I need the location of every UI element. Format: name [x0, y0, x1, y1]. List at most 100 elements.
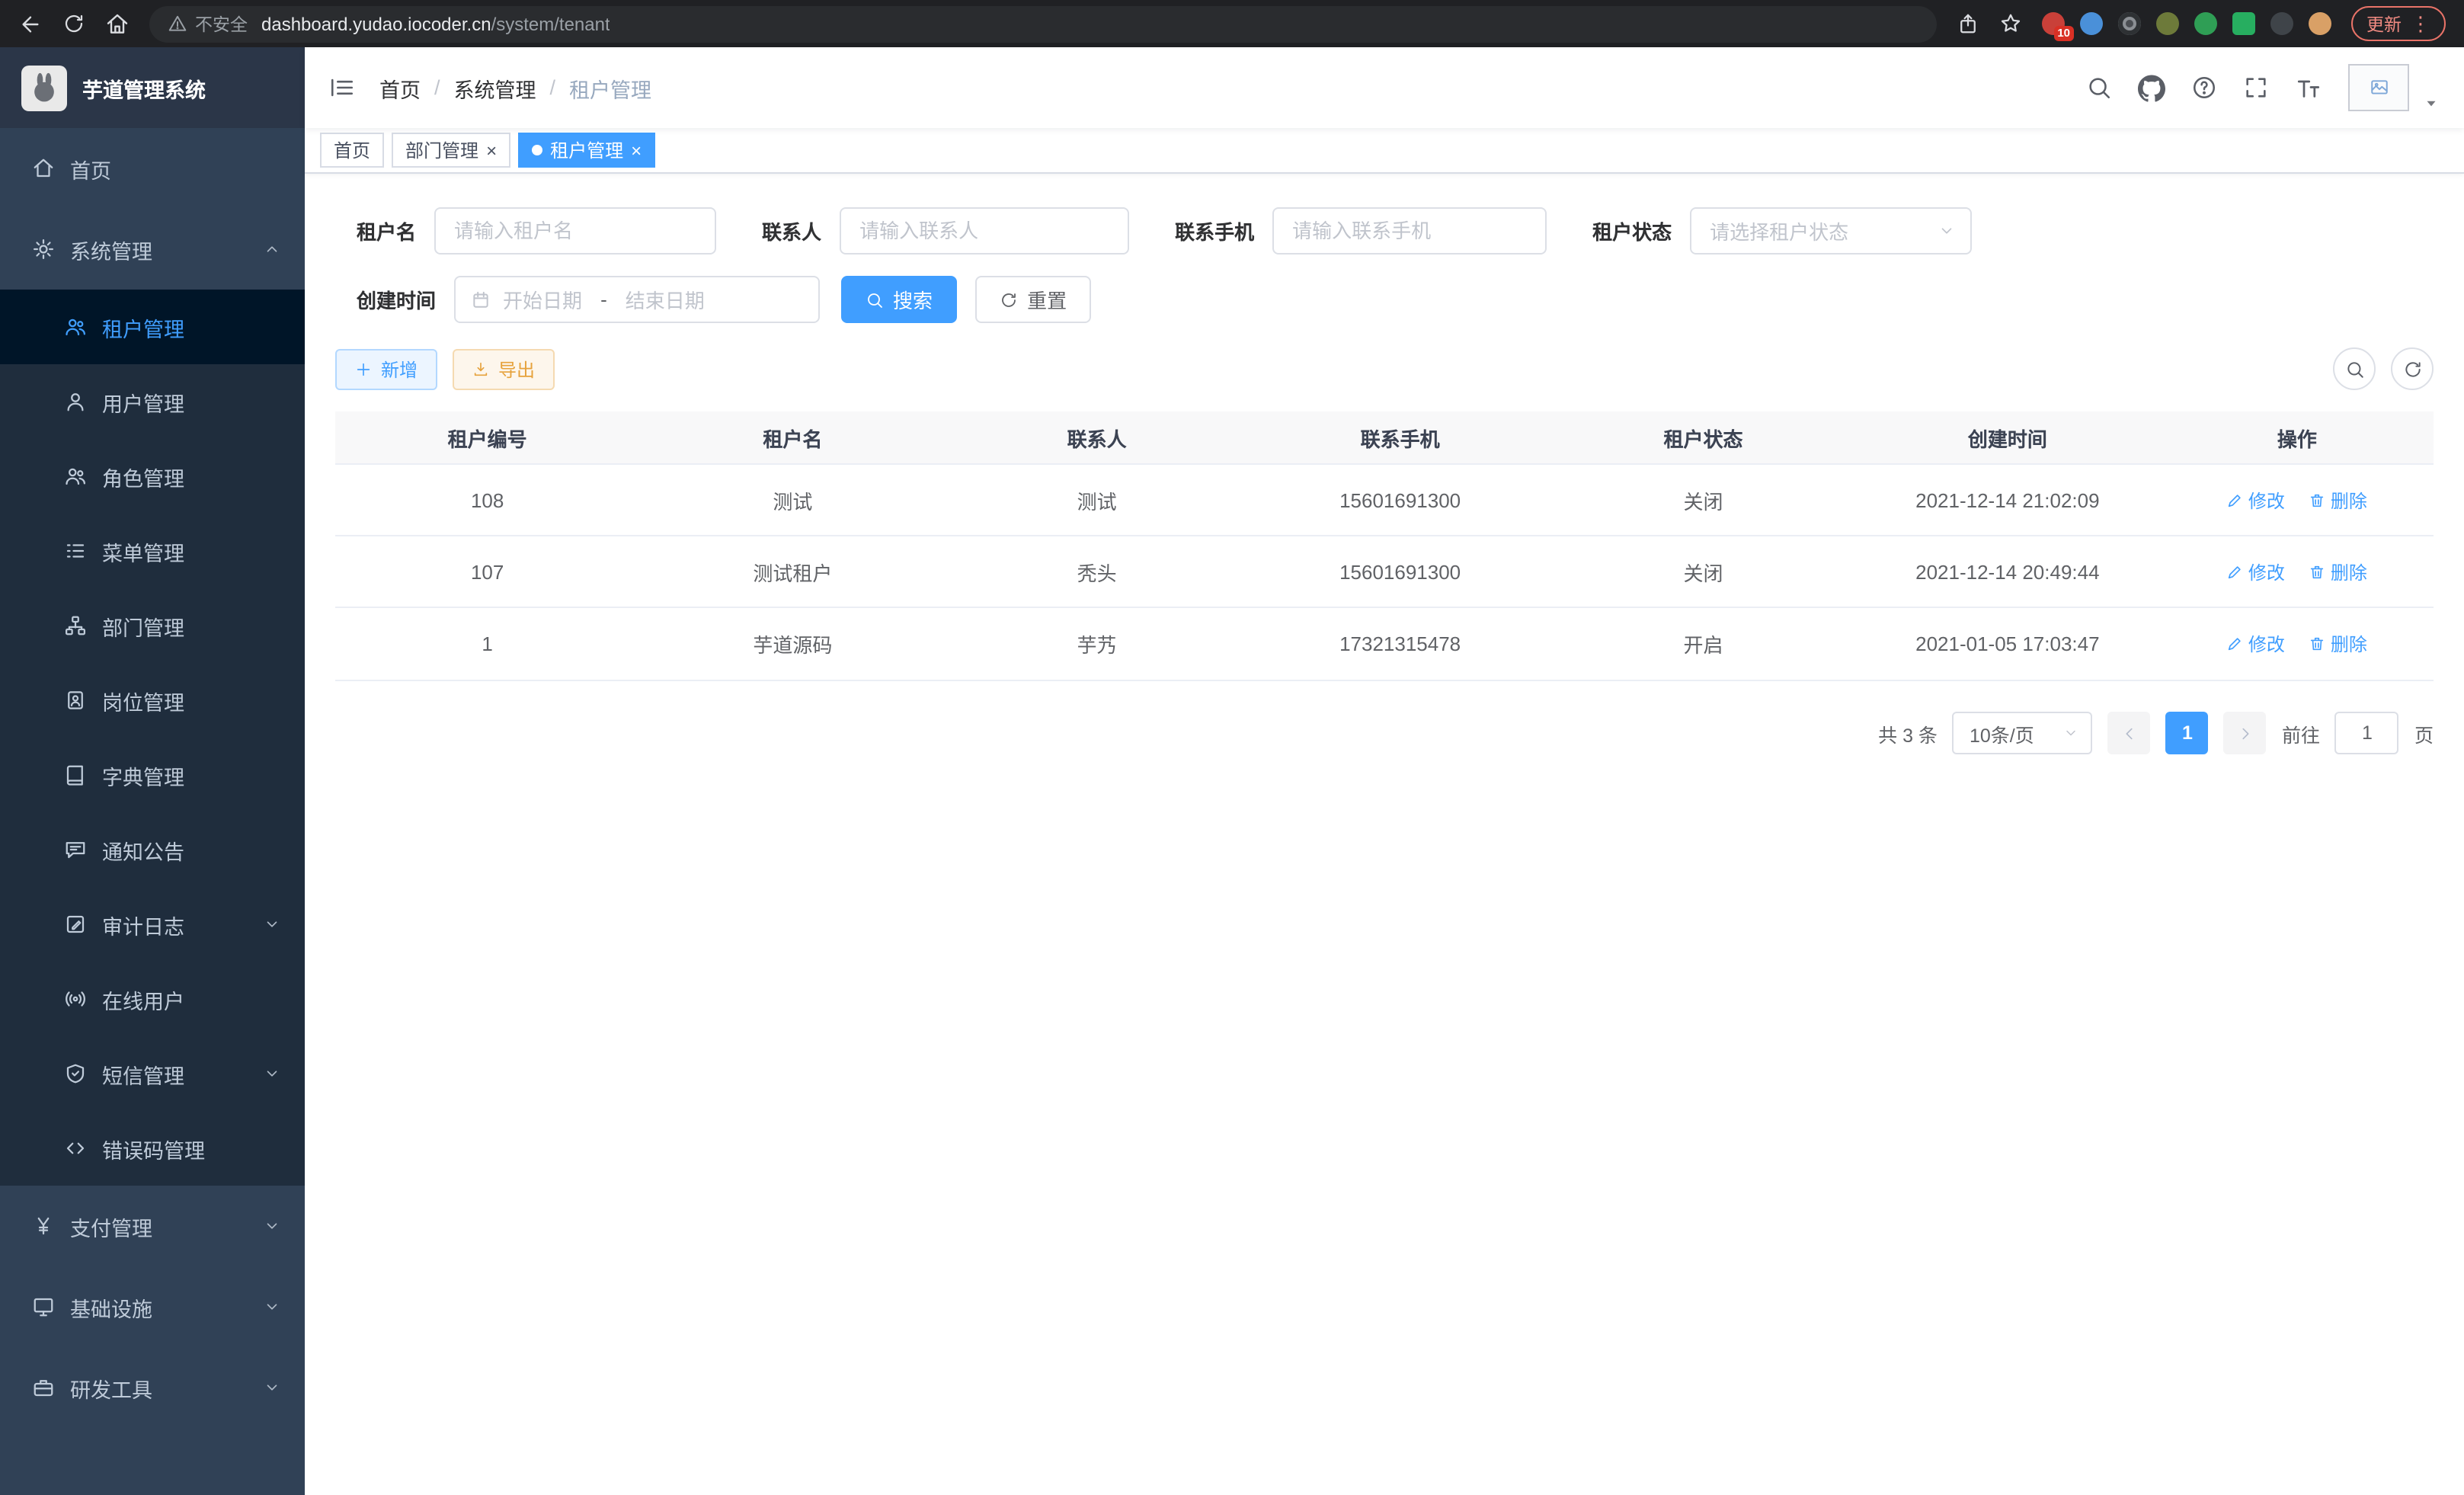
sidebar-item-home[interactable]: 首页: [0, 128, 305, 209]
system-submenu: 租户管理 用户管理 角色管理 菜单管理: [0, 290, 305, 1186]
sidebar-item-notice[interactable]: 通知公告: [0, 812, 305, 887]
col-header-status: 租户状态: [1552, 423, 1854, 452]
sidebar-item-label: 租户管理: [102, 312, 184, 342]
sidebar-item-tenant[interactable]: 租户管理: [0, 290, 305, 364]
address-bar[interactable]: 不安全 dashboard.yudao.iocoder.cn/system/te…: [149, 5, 1937, 42]
sidebar-item-label: 部门管理: [102, 610, 184, 641]
filter-label: 联系人: [762, 216, 821, 245]
sidebar-item-dept[interactable]: 部门管理: [0, 588, 305, 663]
sidebar-group-system[interactable]: 系统管理: [0, 209, 305, 290]
audit-log-icon: [64, 913, 87, 936]
close-icon[interactable]: ×: [486, 141, 497, 159]
sidebar-group-infra[interactable]: 基础设施: [0, 1266, 305, 1347]
chevron-down-icon: [264, 1379, 280, 1396]
extension-icon-6[interactable]: [2232, 12, 2255, 35]
github-icon[interactable]: [2138, 74, 2165, 101]
filter-label: 联系手机: [1175, 216, 1254, 245]
sidebar-item-role[interactable]: 角色管理: [0, 439, 305, 514]
delete-link[interactable]: 删除: [2309, 631, 2367, 657]
cell-actions: 修改 删除: [2161, 487, 2434, 513]
toolbar-right: [2333, 347, 2434, 390]
sidebar-item-error-code[interactable]: 错误码管理: [0, 1111, 305, 1186]
trash-icon: [2309, 635, 2326, 652]
fullscreen-icon[interactable]: [2243, 75, 2269, 101]
sidebar-item-user[interactable]: 用户管理: [0, 364, 305, 439]
extension-icon-2[interactable]: [2080, 12, 2103, 35]
page-size-select[interactable]: 10条/页: [1953, 712, 2093, 754]
sidebar-group-payment[interactable]: 支付管理: [0, 1186, 305, 1266]
tab-dept[interactable]: 部门管理 ×: [392, 133, 510, 168]
refresh-table-button[interactable]: [2391, 347, 2434, 390]
sidebar-item-menu[interactable]: 菜单管理: [0, 514, 305, 588]
sidebar-item-online-users[interactable]: 在线用户: [0, 962, 305, 1036]
sidebar-item-label: 短信管理: [102, 1058, 184, 1089]
tenant-name-input[interactable]: [434, 207, 716, 255]
export-button[interactable]: 导出: [453, 348, 555, 389]
download-icon: [472, 360, 489, 377]
edit-link[interactable]: 修改: [2227, 631, 2285, 657]
help-icon[interactable]: [2191, 75, 2217, 101]
page-number-button[interactable]: 1: [2166, 712, 2209, 754]
extension-icon-3[interactable]: [2118, 12, 2141, 35]
breadcrumb-item-system[interactable]: 系统管理: [454, 72, 536, 103]
browser-chrome: 不安全 dashboard.yudao.iocoder.cn/system/te…: [0, 0, 2464, 47]
select-placeholder: 请选择租户状态: [1710, 216, 1848, 245]
prev-page-button[interactable]: [2108, 712, 2151, 754]
collapse-sidebar-icon[interactable]: [329, 75, 355, 101]
app-logo[interactable]: 芋道管理系统: [0, 47, 305, 128]
profile-avatar-icon[interactable]: [2309, 12, 2331, 35]
tab-label: 首页: [334, 137, 370, 163]
tab-tenant[interactable]: 租户管理 ×: [518, 133, 655, 168]
security-label: 不安全: [195, 11, 248, 36]
edit-link[interactable]: 修改: [2227, 487, 2285, 513]
edit-link[interactable]: 修改: [2227, 559, 2285, 584]
refresh-icon: [1000, 290, 1018, 309]
cell-tenant-id: 107: [335, 560, 639, 583]
back-icon[interactable]: [18, 11, 43, 36]
sidebar-item-audit-log[interactable]: 审计日志: [0, 887, 305, 962]
delete-link[interactable]: 删除: [2309, 559, 2367, 584]
breadcrumb-separator: /: [550, 76, 556, 99]
header-search-icon[interactable]: [2086, 75, 2112, 101]
reset-button[interactable]: 重置: [975, 276, 1091, 323]
goto-page-input[interactable]: [2335, 712, 2399, 754]
avatar-caret-icon[interactable]: [2423, 94, 2440, 111]
security-chip[interactable]: 不安全: [168, 11, 248, 36]
user-avatar[interactable]: [2348, 64, 2409, 111]
delete-link[interactable]: 删除: [2309, 487, 2367, 513]
browser-home-icon[interactable]: [105, 11, 130, 36]
sidebar-item-dict[interactable]: 字典管理: [0, 738, 305, 812]
browser-update-button[interactable]: 更新 ⋮: [2351, 6, 2446, 41]
org-tree-icon: [64, 614, 87, 637]
next-page-button[interactable]: [2224, 712, 2267, 754]
sidebar-group-devtools[interactable]: 研发工具: [0, 1347, 305, 1428]
filter-status: 租户状态 请选择租户状态: [1592, 207, 1972, 255]
sidebar-item-label: 审计日志: [102, 909, 184, 940]
gear-icon: [32, 238, 55, 261]
bookmark-star-icon[interactable]: [1999, 12, 2022, 35]
plus-icon: [355, 360, 372, 377]
sidebar-item-label: 研发工具: [70, 1372, 152, 1403]
share-icon[interactable]: [1957, 12, 1979, 35]
show-search-icon-button[interactable]: [2333, 347, 2376, 390]
sidebar-item-post[interactable]: 岗位管理: [0, 663, 305, 738]
search-button[interactable]: 搜索: [841, 276, 957, 323]
reload-icon[interactable]: [62, 12, 85, 35]
extension-icon-1[interactable]: 10: [2042, 12, 2065, 35]
add-button[interactable]: 新增: [335, 348, 437, 389]
create-time-range-picker[interactable]: 开始日期 - 结束日期: [454, 276, 820, 323]
font-size-icon[interactable]: [2295, 74, 2322, 101]
close-icon[interactable]: ×: [631, 141, 642, 159]
extension-icon-4[interactable]: [2156, 12, 2179, 35]
cell-actions: 修改 删除: [2161, 559, 2434, 584]
tab-home[interactable]: 首页: [320, 133, 384, 168]
tenant-status-select[interactable]: 请选择租户状态: [1690, 207, 1972, 255]
browser-menu-icon[interactable]: ⋮: [2411, 11, 2430, 36]
contact-input[interactable]: [840, 207, 1129, 255]
breadcrumb-item-home[interactable]: 首页: [379, 72, 421, 103]
extension-icon-5[interactable]: [2194, 12, 2217, 35]
phone-input[interactable]: [1272, 207, 1547, 255]
home-icon: [32, 157, 55, 180]
sidebar-item-sms[interactable]: 短信管理: [0, 1036, 305, 1111]
extension-icon-7[interactable]: [2270, 12, 2293, 35]
